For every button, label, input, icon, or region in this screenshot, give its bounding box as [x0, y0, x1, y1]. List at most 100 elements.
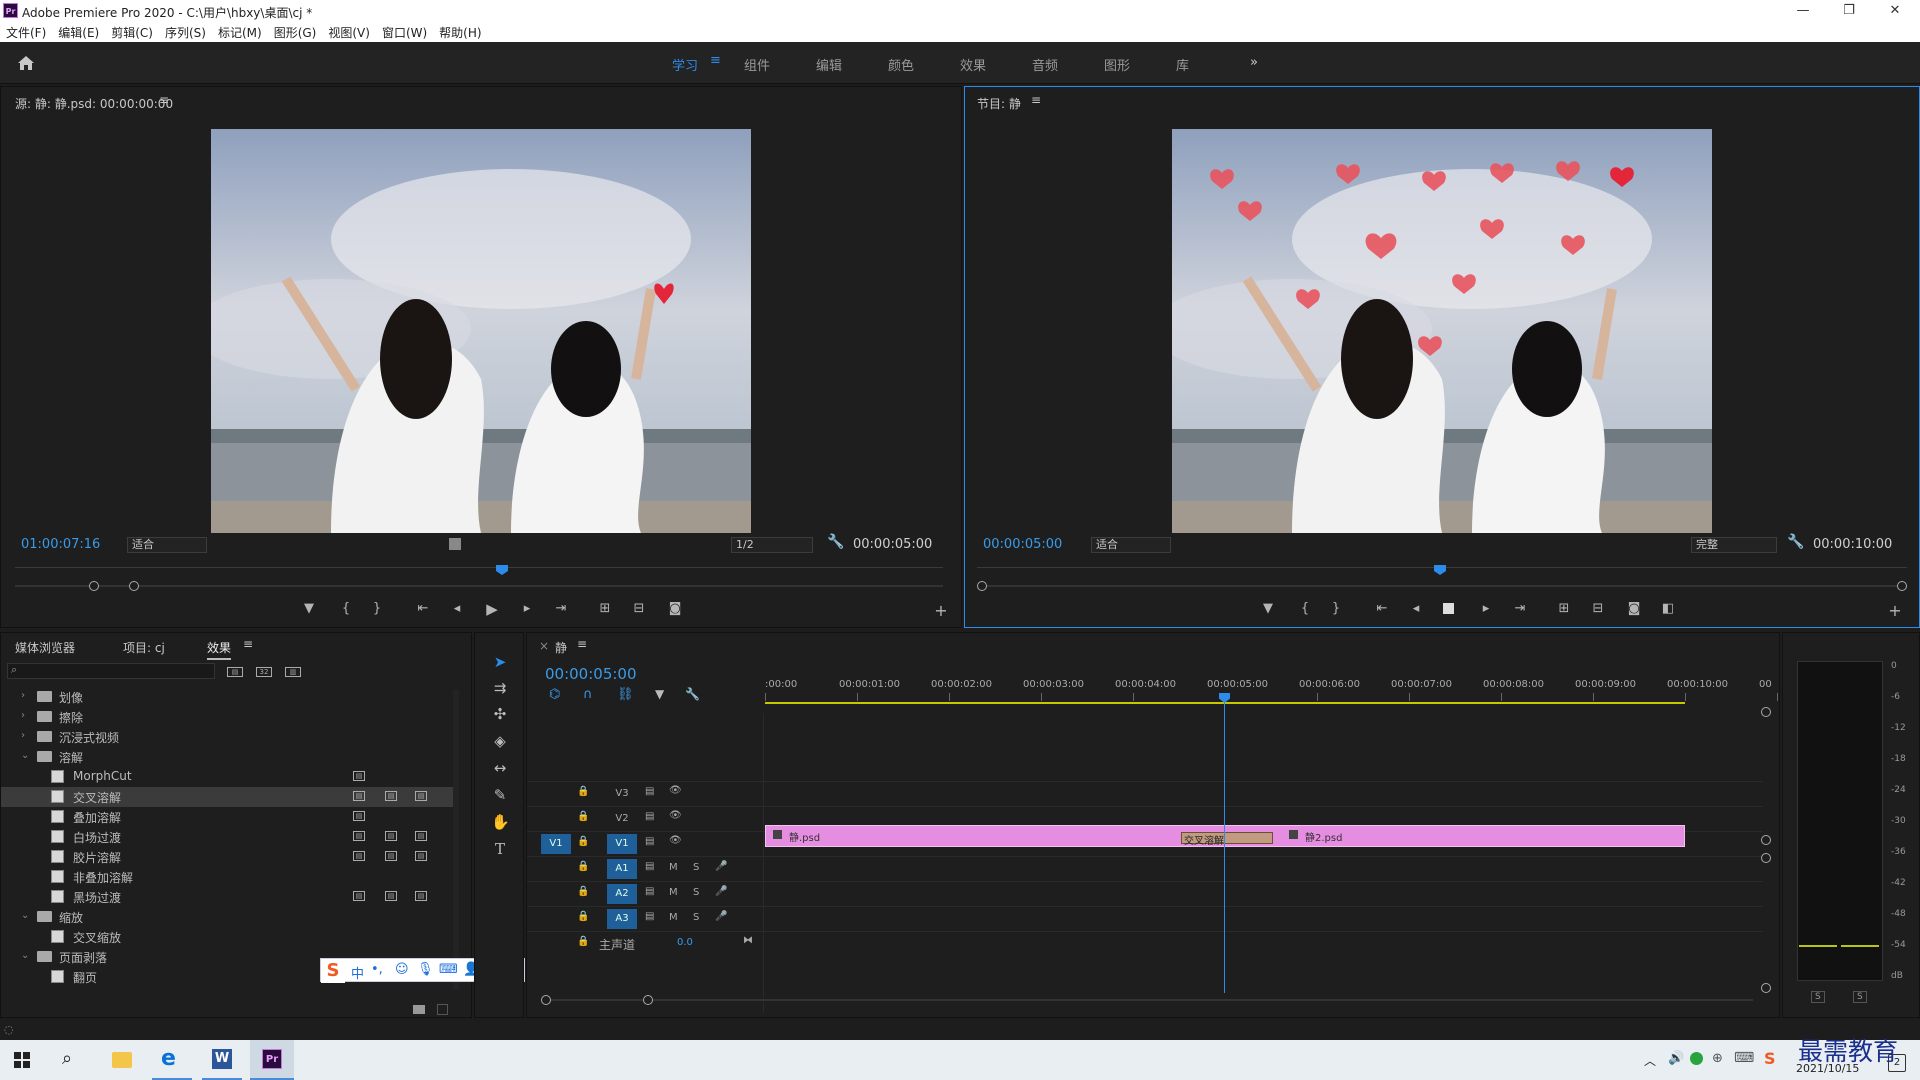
track-select-tool-icon[interactable]: ⇉ — [491, 679, 509, 697]
timeline-zoom-handle-left[interactable] — [541, 995, 551, 1005]
lock-icon[interactable]: 🔒 — [577, 811, 589, 822]
menu-marker[interactable]: 标记(M) — [212, 22, 268, 41]
sync-lock-icon[interactable]: ▤ — [645, 861, 654, 872]
network-icon[interactable]: ⊕ — [1712, 1051, 1723, 1066]
chevron-right-icon[interactable]: › — [21, 690, 25, 701]
workspace-overflow-button[interactable]: » — [1250, 55, 1258, 70]
sync-lock-icon[interactable]: ▤ — [645, 786, 654, 797]
program-fit-dropdown[interactable]: 适合 — [1091, 537, 1171, 553]
microphone-icon[interactable]: 🎤 — [715, 861, 727, 872]
home-icon[interactable] — [16, 53, 36, 73]
track-label[interactable]: A1 — [607, 859, 637, 879]
effect-item[interactable]: 非叠加溶解 — [1, 867, 456, 887]
chevron-right-icon[interactable]: › — [21, 730, 25, 741]
mark-in-icon[interactable]: { — [1295, 601, 1315, 616]
workspace-menu-icon[interactable]: ≡ — [710, 53, 721, 68]
sync-lock-icon[interactable]: ▤ — [645, 886, 654, 897]
button-editor-icon[interactable]: + — [931, 601, 951, 620]
close-tab-icon[interactable]: × — [539, 639, 549, 653]
timeline-timecode[interactable]: 00:00:05:00 — [545, 665, 637, 683]
mute-button[interactable]: M — [669, 887, 678, 898]
program-zoom-handle-right[interactable] — [1897, 581, 1907, 591]
tab-effects[interactable]: 效果 — [207, 639, 232, 660]
chevron-down-icon[interactable]: ⌄ — [21, 950, 29, 961]
lock-icon[interactable]: 🔒 — [577, 936, 589, 947]
tray-app-icon[interactable] — [1690, 1052, 1703, 1065]
nest-icon[interactable]: ⌬ — [549, 687, 560, 702]
sync-lock-icon[interactable]: ▤ — [645, 811, 654, 822]
panel-menu-icon[interactable]: ≡ — [243, 637, 253, 651]
lock-icon[interactable]: 🔒 — [577, 911, 589, 922]
timeline-tab[interactable]: 静 — [555, 639, 567, 656]
effect-item[interactable]: 白场过渡 ▤ ▤ ▤ — [1, 827, 456, 847]
menu-help[interactable]: 帮助(H) — [433, 22, 487, 41]
video-zoom-handle-bottom[interactable] — [1761, 835, 1771, 845]
source-zoom-handle-right[interactable] — [129, 581, 139, 591]
effect-item[interactable]: 黑场过渡 ▤ ▤ ▤ — [1, 887, 456, 907]
source-playhead-timecode[interactable]: 01:00:07:16 — [21, 537, 100, 552]
chevron-down-icon[interactable]: ⌄ — [21, 910, 29, 921]
snap-icon[interactable]: ∩ — [583, 687, 593, 702]
effect-folder[interactable]: › 沉浸式视频 — [1, 727, 456, 747]
source-resolution-dropdown[interactable]: 1/2 — [731, 537, 813, 553]
workspace-tab-libraries[interactable]: 库 — [1176, 55, 1189, 74]
menu-graphics[interactable]: 图形(G) — [268, 22, 323, 41]
wrench-icon[interactable]: 🔧 — [827, 534, 844, 550]
volume-icon[interactable]: 🔊 — [1668, 1051, 1684, 1066]
program-monitor-title[interactable]: 节目: 静 — [977, 95, 1021, 112]
delete-icon[interactable] — [437, 1004, 448, 1015]
track-label[interactable]: A3 — [607, 909, 637, 929]
effect-folder[interactable]: ⌄ 溶解 — [1, 747, 456, 767]
overwrite-icon[interactable]: ⊟ — [629, 601, 649, 616]
add-marker-icon[interactable]: ▼ — [1258, 601, 1278, 616]
step-back-icon[interactable]: ◂ — [1406, 601, 1426, 616]
workspace-tab-color[interactable]: 颜色 — [888, 55, 914, 74]
menu-clip[interactable]: 剪辑(C) — [105, 22, 159, 41]
effects-scrollbar[interactable] — [453, 689, 459, 989]
sync-lock-icon[interactable]: ▤ — [645, 836, 654, 847]
tray-chevron-icon[interactable]: ︿ — [1644, 1052, 1656, 1069]
master-expand-icon[interactable]: ⧓ — [743, 935, 753, 946]
mark-out-icon[interactable]: } — [367, 601, 387, 616]
button-editor-icon[interactable]: + — [1885, 601, 1905, 620]
source-playhead[interactable] — [496, 565, 508, 575]
source-zoom-bar[interactable] — [15, 585, 943, 587]
add-marker-icon[interactable]: ▼ — [655, 687, 664, 701]
stop-icon[interactable] — [1443, 603, 1454, 614]
go-to-in-icon[interactable]: ⇤ — [1372, 601, 1392, 616]
lock-icon[interactable]: 🔒 — [577, 786, 589, 797]
workspace-tab-graphics[interactable]: 图形 — [1104, 55, 1130, 74]
eye-icon[interactable]: 👁 — [669, 810, 682, 821]
clip-jing2[interactable]: 静2.psd — [1283, 827, 1583, 845]
menu-file[interactable]: 文件(F) — [0, 22, 52, 41]
minimize-button[interactable]: — — [1780, 0, 1826, 22]
microphone-icon[interactable]: 🎙 — [417, 962, 434, 977]
mark-out-icon[interactable]: } — [1326, 601, 1346, 616]
lock-icon[interactable]: 🔒 — [577, 836, 589, 847]
microphone-icon[interactable]: 🎤 — [715, 911, 727, 922]
add-marker-icon[interactable]: ▼ — [299, 601, 319, 616]
selection-tool-icon[interactable]: ➤ — [491, 653, 509, 671]
timeline-playhead-line[interactable] — [1224, 693, 1225, 993]
chevron-right-icon[interactable]: › — [21, 710, 25, 721]
menu-window[interactable]: 窗口(W) — [376, 22, 433, 41]
32bit-filter-icon[interactable]: 32 — [256, 667, 272, 677]
word-taskbar-button[interactable]: W — [202, 1040, 242, 1080]
mark-in-icon[interactable]: { — [336, 601, 356, 616]
track-label[interactable]: V3 — [607, 784, 637, 804]
ime-language-toggle[interactable]: 中 — [351, 963, 364, 982]
effect-folder[interactable]: › 划像 — [1, 687, 456, 707]
file-explorer-icon[interactable] — [112, 1052, 132, 1068]
time-ruler[interactable]: :00:00 00:00:01:00 00:00:02:00 00:00:03:00 0… — [765, 673, 1778, 703]
workspace-tab-assembly[interactable]: 组件 — [744, 55, 770, 74]
step-back-icon[interactable]: ◂ — [447, 601, 467, 616]
solo-button[interactable]: S — [693, 887, 699, 898]
timeline-settings-icon[interactable]: 🔧 — [685, 687, 700, 701]
windows-start-icon[interactable] — [14, 1052, 30, 1068]
emoji-icon[interactable]: ☺ — [395, 962, 409, 977]
razor-tool-icon[interactable]: ◈ — [491, 732, 509, 750]
go-to-out-icon[interactable]: ⇥ — [1510, 601, 1530, 616]
source-fit-dropdown[interactable]: 适合 — [127, 537, 207, 553]
restore-button[interactable]: ❐ — [1826, 0, 1872, 22]
effects-search-input[interactable] — [7, 663, 215, 679]
